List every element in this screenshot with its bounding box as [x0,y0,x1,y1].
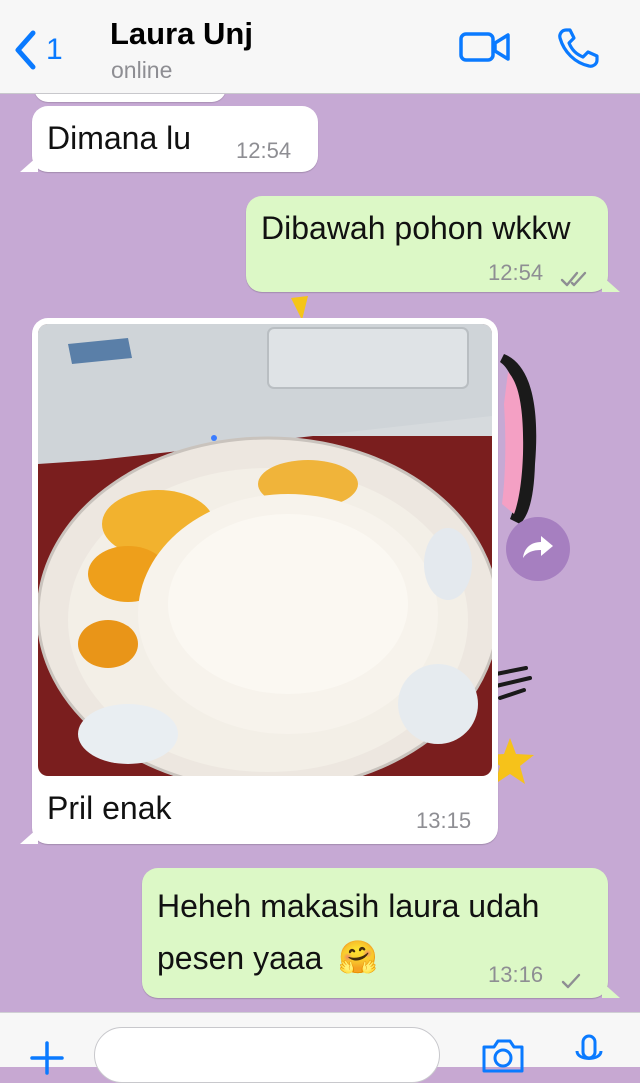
video-call-button[interactable] [458,26,512,71]
message-bubble-partial [34,94,226,102]
message-bubble-outgoing[interactable]: Dibawah pohon wkkw 12:54 [246,196,620,292]
message-input[interactable] [94,1027,440,1083]
image-caption: Pril enak [47,790,172,826]
forward-button[interactable] [506,517,570,581]
wallpaper-decoration [492,664,536,724]
back-button[interactable]: 1 [14,28,84,72]
message-bubble-outgoing[interactable]: Heheh makasih laura udah pesen yaaa 🤗 13… [142,868,620,999]
unread-count: 1 [46,33,63,66]
camera-icon [480,1039,526,1077]
message-bubble-image[interactable]: Pril enak 13:15 [20,318,498,844]
message-time: 13:16 [488,962,544,987]
photo-thumbnail[interactable] [38,324,492,776]
sent-checkmark-icon [560,962,584,999]
attach-button[interactable] [28,1039,66,1082]
chat-header: 1 Laura Unj online [0,0,640,94]
chevron-left-icon [14,30,36,70]
message-input-bar [0,1012,640,1083]
message-bubble-incoming[interactable]: Dimana lu 12:54 [20,106,318,172]
hugging-face-emoji: 🤗 [338,939,378,975]
video-camera-icon [458,32,512,70]
read-checkmarks-icon [560,260,590,297]
wallpaper-decoration [490,344,550,544]
message-text-line1: Heheh makasih laura udah [157,888,540,924]
contact-status: online [111,57,173,83]
microphone-icon [574,1034,604,1077]
phone-icon [556,28,604,74]
voice-call-button[interactable] [556,26,604,75]
message-text: Dibawah pohon wkkw [261,210,571,246]
message-time: 13:15 [416,808,472,833]
message-time: 12:54 [236,138,292,163]
camera-button[interactable] [480,1037,526,1078]
message-text: Dimana lu [47,120,192,156]
message-list[interactable]: Dimana lu 12:54 Dibawah pohon wkkw 12:54 [0,94,640,1012]
forward-arrow-icon [521,533,555,566]
message-time: 12:54 [488,260,544,285]
message-text-line2: pesen yaaa [157,940,323,976]
voice-message-button[interactable] [574,1033,604,1078]
contact-name[interactable]: Laura Unj [110,16,253,52]
